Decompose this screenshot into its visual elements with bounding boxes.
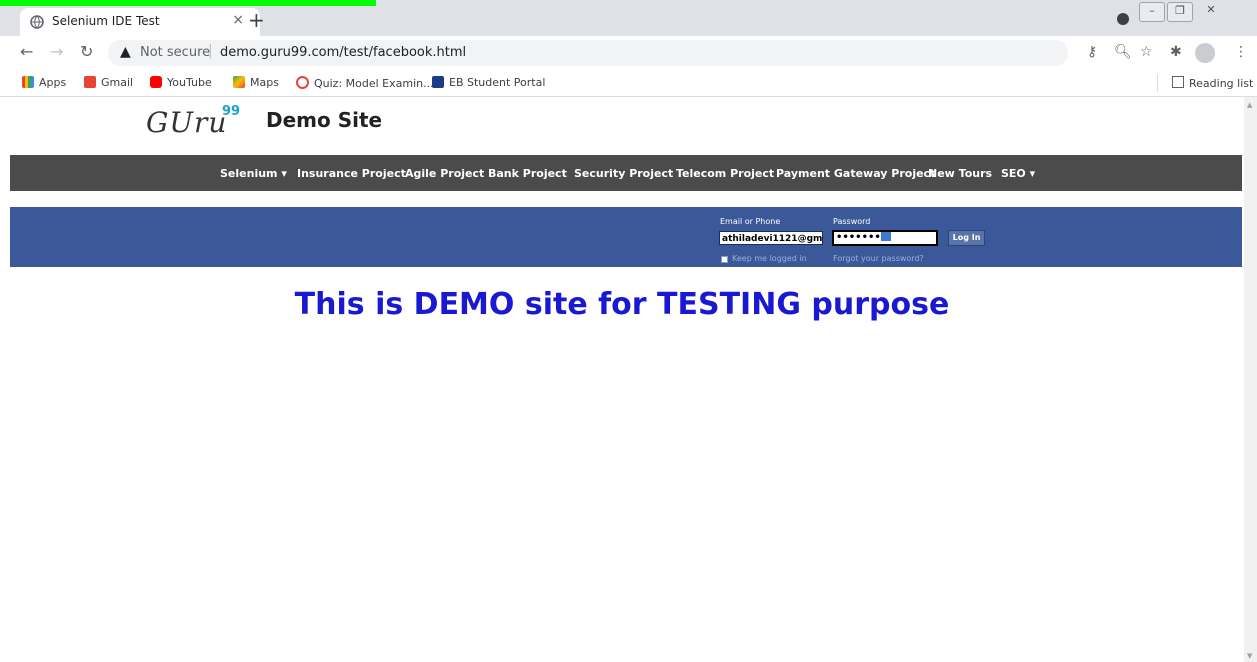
url-separator: | <box>208 43 213 59</box>
page-scrollbar[interactable]: ▲ ▼ <box>1244 97 1257 662</box>
star-icon[interactable]: ☆ <box>1140 44 1153 60</box>
maps-icon <box>233 76 245 88</box>
keep-logged-in-label: Keep me logged in <box>732 254 807 263</box>
bookmarks-bar: Apps Gmail YouTube Maps Quiz: Model Exam… <box>0 70 1257 97</box>
logo-superscript: 99 <box>222 104 241 119</box>
login-bar: Email or Phone athiladevi1121@gmail.c Pa… <box>10 207 1242 267</box>
green-highlight-strip <box>0 0 376 6</box>
guru99-logo[interactable]: GUru 99 <box>146 104 240 142</box>
browser-tab[interactable]: Selenium IDE Test × <box>20 8 260 36</box>
password-field[interactable]: ••••••• <box>832 230 938 246</box>
address-bar[interactable]: ▲ Not secure | demo.guru99.com/test/face… <box>108 40 1068 66</box>
reading-list-icon <box>1172 76 1184 88</box>
bookmark-gmail[interactable]: Gmail <box>84 76 133 92</box>
bookmark-maps[interactable]: Maps <box>233 76 279 92</box>
tab-title: Selenium IDE Test <box>52 14 160 28</box>
warning-icon: ▲ <box>120 44 131 60</box>
bookmark-eb-portal[interactable]: EB Student Portal <box>432 76 545 92</box>
password-label: Password <box>833 217 871 226</box>
email-field[interactable]: athiladevi1121@gmail.c <box>719 231 823 245</box>
close-window-icon[interactable]: ✕ <box>1199 2 1223 20</box>
password-value: ••••••• <box>836 232 881 243</box>
eb-portal-icon <box>432 76 444 88</box>
nav-selenium[interactable]: Selenium ▾ <box>220 167 287 180</box>
security-indicator[interactable]: Not secure <box>140 45 210 60</box>
bookmark-apps[interactable]: Apps <box>22 76 66 92</box>
bookmarks-divider <box>1157 74 1158 92</box>
quiz-icon <box>296 76 309 89</box>
zoom-icon[interactable]: 🔍︎ <box>1114 44 1132 60</box>
scroll-down-icon[interactable]: ▼ <box>1247 652 1252 660</box>
menu-kebab-icon[interactable]: ⋮ <box>1234 44 1248 60</box>
bookmark-quiz[interactable]: Quiz: Model Examin... <box>296 76 434 92</box>
nav-insurance-project[interactable]: Insurance Project <box>297 167 406 180</box>
back-arrow-icon[interactable]: ← <box>20 44 33 60</box>
nav-telecom-project[interactable]: Telecom Project <box>676 167 774 180</box>
bookmark-youtube[interactable]: YouTube <box>150 76 212 92</box>
nav-bank-project[interactable]: Bank Project <box>488 167 567 180</box>
new-tab-button[interactable]: + <box>248 10 265 30</box>
logo-text: GUru <box>146 106 228 139</box>
nav-security-project[interactable]: Security Project <box>574 167 673 180</box>
url-text[interactable]: demo.guru99.com/test/facebook.html <box>220 45 466 60</box>
globe-icon <box>30 15 44 29</box>
nav-new-tours[interactable]: New Tours <box>928 167 992 180</box>
gmail-icon <box>84 76 96 88</box>
reload-icon[interactable]: ↻ <box>80 44 93 60</box>
key-icon[interactable]: ⚷ <box>1087 44 1097 60</box>
apps-grid-icon <box>22 76 34 88</box>
forgot-password-link[interactable]: Forgot your password? <box>833 254 924 263</box>
avatar[interactable] <box>1195 43 1215 63</box>
nav-payment-gateway-project[interactable]: Payment Gateway Project <box>776 167 935 180</box>
main-navbar: Selenium ▾ Insurance Project Agile Proje… <box>10 155 1242 191</box>
window-controls: – ❐ ✕ <box>1139 2 1251 24</box>
page-headline: This is DEMO site for TESTING purpose <box>294 287 950 322</box>
nav-seo[interactable]: SEO ▾ <box>1001 167 1035 180</box>
reading-list-button[interactable]: Reading list <box>1172 76 1253 90</box>
profile-indicator-icon[interactable] <box>1117 13 1129 25</box>
extensions-icon[interactable]: ✱ <box>1170 44 1182 60</box>
restore-icon[interactable]: ❐ <box>1167 2 1193 22</box>
minimize-icon[interactable]: – <box>1139 2 1165 22</box>
youtube-icon <box>150 76 162 88</box>
scroll-up-icon[interactable]: ▲ <box>1247 101 1252 109</box>
login-button[interactable]: Log In <box>948 230 985 246</box>
browser-tab-strip: Selenium IDE Test × + – ❐ ✕ <box>0 0 1257 36</box>
keep-logged-in-checkbox[interactable] <box>721 256 728 263</box>
browser-toolbar: ← → ↻ ▲ Not secure | demo.guru99.com/tes… <box>0 36 1257 71</box>
site-title: Demo Site <box>266 108 383 132</box>
password-selection-highlight <box>880 232 891 241</box>
forward-arrow-icon[interactable]: → <box>50 44 63 60</box>
nav-agile-project[interactable]: Agile Project <box>405 167 484 180</box>
email-label: Email or Phone <box>720 217 781 226</box>
tab-close-icon[interactable]: × <box>232 12 244 28</box>
